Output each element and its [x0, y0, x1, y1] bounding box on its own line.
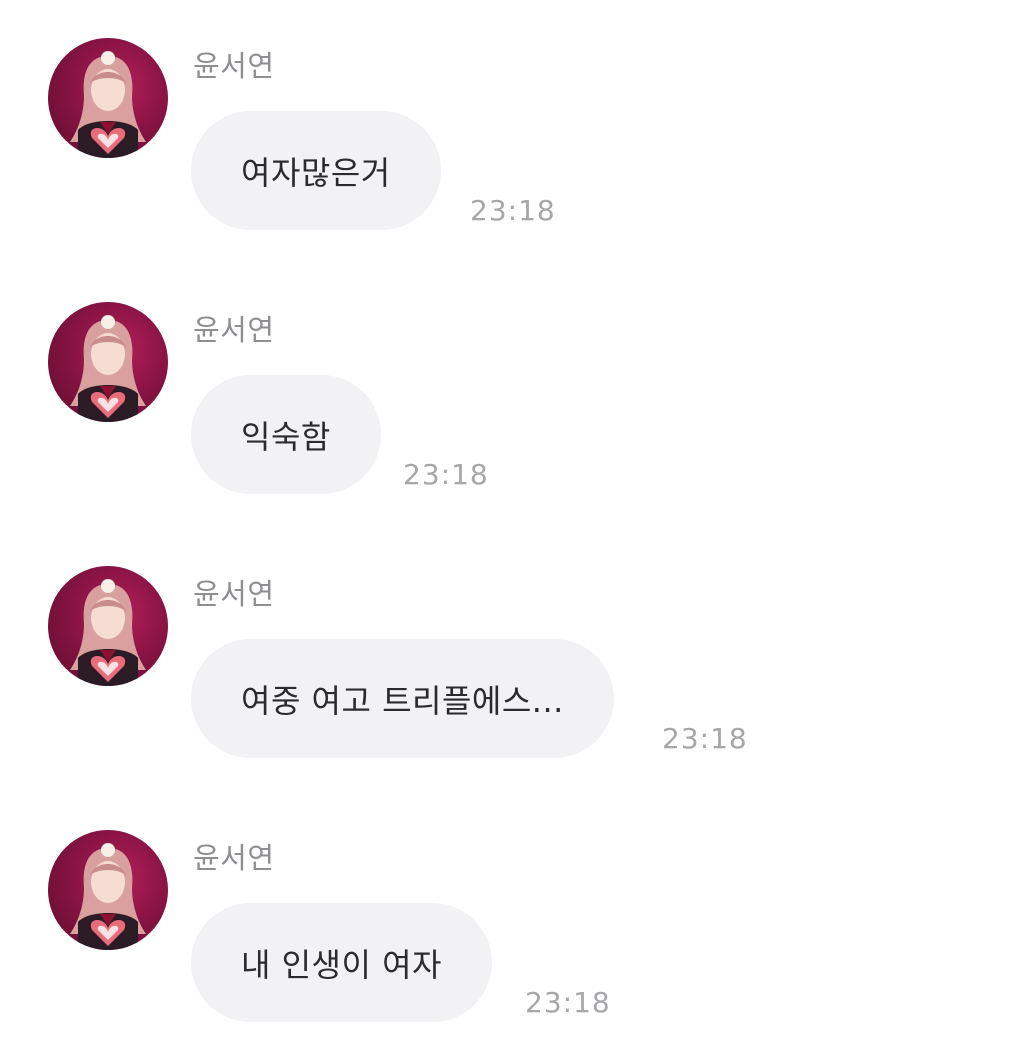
- message-group: 윤서연 내 인생이 여자 23:18: [0, 792, 1024, 1032]
- message-bubble[interactable]: 여자많은거: [191, 111, 441, 230]
- message-bubble[interactable]: 익숙함: [191, 375, 381, 494]
- message-bubble[interactable]: 여중 여고 트리플에스...: [191, 639, 614, 758]
- profile-photo-icon: [70, 51, 146, 158]
- message-timestamp: 23:18: [403, 458, 489, 491]
- message-timestamp: 23:18: [525, 986, 611, 1019]
- sender-name: 윤서연: [193, 841, 275, 875]
- avatar[interactable]: [48, 302, 168, 422]
- message-group: 윤서연 여자많은거 23:18: [0, 0, 1024, 240]
- sender-name: 윤서연: [193, 313, 275, 347]
- avatar[interactable]: [48, 830, 168, 950]
- message-timestamp: 23:18: [470, 194, 556, 227]
- message-bubble[interactable]: 내 인생이 여자: [191, 903, 492, 1022]
- chat-message-list: 윤서연 여자많은거 23:18 윤서연 익숙함 23:18 윤서연 여중 여고 …: [0, 0, 1024, 1058]
- profile-photo-icon: [70, 579, 146, 686]
- message-group: 윤서연 여중 여고 트리플에스... 23:18: [0, 528, 1024, 768]
- message-group: 윤서연 익숙함 23:18: [0, 264, 1024, 504]
- message-text: 익숙함: [241, 417, 331, 456]
- avatar[interactable]: [48, 566, 168, 686]
- message-text: 여자많은거: [241, 153, 391, 192]
- profile-photo-icon: [70, 843, 146, 950]
- sender-name: 윤서연: [193, 577, 275, 611]
- message-timestamp: 23:18: [662, 722, 748, 755]
- sender-name: 윤서연: [193, 49, 275, 83]
- message-text: 내 인생이 여자: [241, 945, 442, 984]
- avatar[interactable]: [48, 38, 168, 158]
- profile-photo-icon: [70, 315, 146, 422]
- message-text: 여중 여고 트리플에스...: [241, 681, 564, 720]
